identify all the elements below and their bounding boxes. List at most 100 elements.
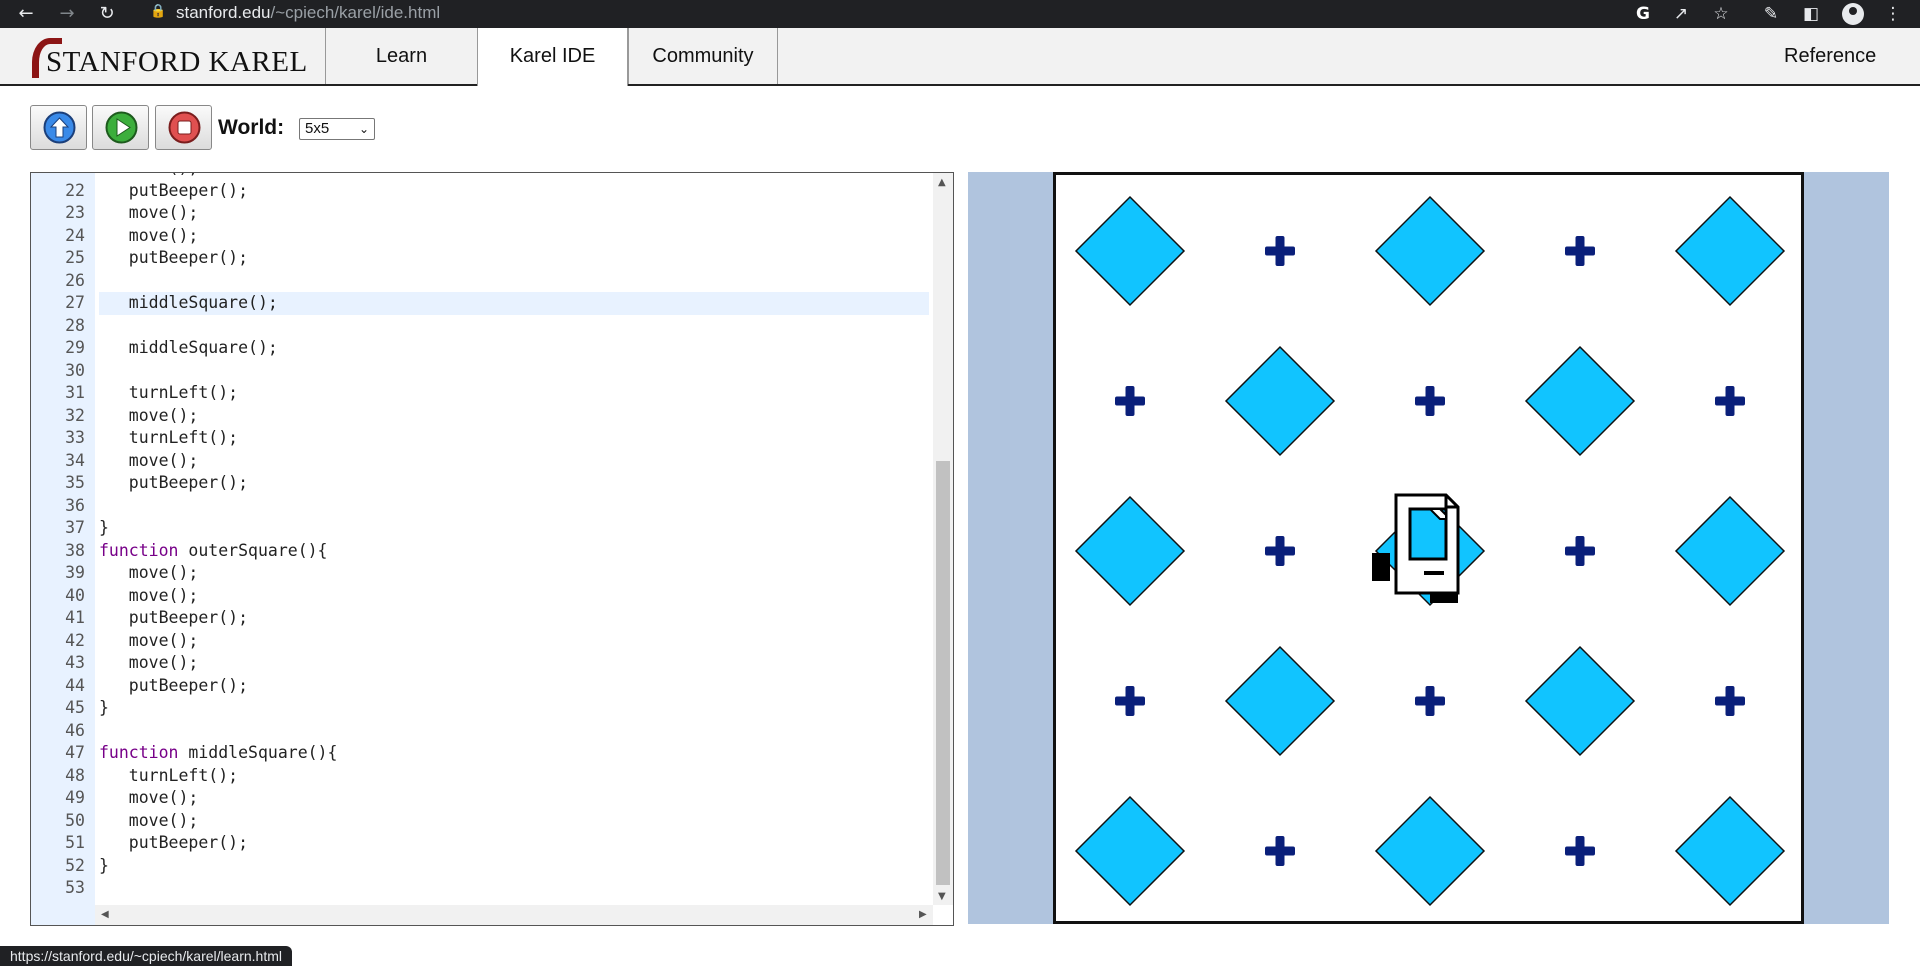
code-line[interactable]: 26 [31,270,931,293]
tab-karel-ide[interactable]: Karel IDE [477,28,628,86]
sidepanel-icon[interactable]: ◧ [1798,2,1824,26]
scrollbar-thumb[interactable] [936,461,950,885]
stanford-karel-logo[interactable]: STANFORD KAREL [30,36,322,80]
tab-community[interactable]: Community [628,28,778,84]
code-line[interactable]: 50 move(); [31,810,931,833]
browser-toolbar: ← → ↻ 🔒 stanford.edu/~cpiech/karel/ide.h… [0,0,1920,28]
code-line[interactable]: 35 putBeeper(); [31,472,931,495]
code-text: putBeeper(); [99,248,249,267]
code-text: move(); [99,225,199,245]
reference-link[interactable]: Reference [1784,28,1876,84]
code-line[interactable]: 27 middleSquare(); [31,292,931,315]
scroll-down-icon[interactable]: ▼ [938,891,946,902]
line-number: 35 [65,473,85,492]
world-board[interactable] [1053,172,1804,924]
code-line[interactable]: 30 [31,360,931,383]
scroll-left-icon[interactable]: ◀ [101,909,109,920]
status-url: https://stanford.edu/~cpiech/karel/learn… [0,946,292,966]
code-line[interactable]: 47 function middleSquare(){ [31,742,931,765]
line-number: 44 [65,675,85,695]
code-line[interactable]: 46 [31,720,931,743]
beeper [1674,195,1786,307]
code-line[interactable]: 28 [31,315,931,338]
code-line[interactable]: 32 move(); [31,405,931,428]
menu-icon[interactable]: ⋮ [1880,2,1906,26]
code-line[interactable]: 41 putBeeper(); [31,607,931,630]
profile-icon[interactable] [1842,3,1864,25]
code-line[interactable]: 23 move(); [31,202,931,225]
code-line[interactable]: 38 function outerSquare(){ [31,540,931,563]
code-line[interactable]: 53 [31,877,931,900]
corner-marker [1565,236,1595,266]
code-text: move(); [99,405,199,425]
code-line[interactable]: 44 putBeeper(); [31,675,931,698]
code-text: putBeeper(); [99,675,249,695]
line-number: 49 [65,788,85,807]
code-lines: 21 move();22 putBeeper();23 move();24 mo… [31,173,931,900]
lock-icon[interactable]: 🔒 [150,4,166,19]
code-line[interactable]: 42 move(); [31,630,931,653]
code-editor[interactable]: 21 move();22 putBeeper();23 move();24 mo… [30,172,954,926]
line-number: 29 [65,338,85,357]
scroll-right-icon[interactable]: ▶ [919,909,927,920]
line-number: 51 [65,833,85,852]
code-line[interactable]: 31 turnLeft(); [31,382,931,405]
code-line[interactable]: 51 putBeeper(); [31,832,931,855]
world-select[interactable]: 5x5 ⌄ [299,118,375,140]
back-arrow-icon[interactable]: ← [14,2,38,26]
code-line[interactable]: 24 move(); [31,225,931,248]
code-line[interactable]: 34 move(); [31,450,931,473]
stop-icon [168,111,201,144]
line-number: 37 [65,518,85,537]
code-line[interactable]: 21 move(); [31,173,931,180]
beeper [1224,345,1336,457]
code-line[interactable]: 45} [31,697,931,720]
line-number: 30 [65,360,85,380]
beeper [1374,195,1486,307]
line-number: 48 [65,765,85,785]
horizontal-scrollbar[interactable]: ◀ ▶ [95,905,933,925]
code-line[interactable]: 40 move(); [31,585,931,608]
address-bar[interactable]: stanford.edu/~cpiech/karel/ide.html [176,3,440,23]
scroll-up-icon[interactable]: ▲ [938,177,946,188]
logo-text: STANFORD KAREL [46,46,308,78]
code-text: putBeeper(); [99,180,249,200]
share-icon[interactable]: ↗ [1668,2,1694,26]
code-text: putBeeper(); [99,608,249,627]
stop-button[interactable] [155,105,212,150]
url-host: stanford.edu [176,3,271,22]
code-line[interactable]: 33 turnLeft(); [31,427,931,450]
code-text: turnLeft(); [99,428,239,447]
code-text: putBeeper(); [99,833,249,852]
forward-arrow-icon[interactable]: → [55,2,79,26]
corner-marker [1565,536,1595,566]
code-line[interactable]: 29 middleSquare(); [31,337,931,360]
code-line[interactable]: 39 move(); [31,562,931,585]
code-line[interactable]: 48 turnLeft(); [31,765,931,788]
vertical-scrollbar[interactable]: ▲ ▼ [933,173,953,905]
reload-icon[interactable]: ↻ [95,2,119,26]
code-line[interactable]: 25 putBeeper(); [31,247,931,270]
extensions-icon[interactable]: ✎ [1758,2,1784,26]
code-text: } [99,518,109,537]
code-line[interactable]: 22 putBeeper(); [31,180,931,203]
code-rest: middleSquare(){ [178,743,338,762]
code-line[interactable]: 49 move(); [31,787,931,810]
code-line[interactable]: 52} [31,855,931,878]
run-button[interactable] [92,105,149,150]
code-text: move(); [99,585,199,605]
beeper [1074,795,1186,907]
code-line[interactable]: 36 [31,495,931,518]
code-rest: outerSquare(){ [178,540,328,560]
line-number: 38 [65,540,85,560]
code-line[interactable]: 43 move(); [31,652,931,675]
star-icon[interactable]: ☆ [1708,2,1734,26]
line-number: 36 [65,495,85,515]
tab-learn[interactable]: Learn [325,28,477,84]
corner-marker [1115,386,1145,416]
code-text: move(); [99,810,199,830]
google-icon[interactable]: G [1630,2,1656,26]
code-line[interactable]: 37} [31,517,931,540]
line-number: 41 [65,608,85,627]
upload-button[interactable] [30,105,87,150]
